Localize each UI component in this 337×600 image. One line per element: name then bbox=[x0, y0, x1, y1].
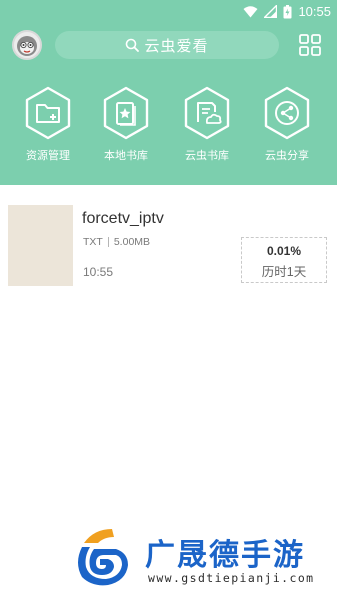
watermark: 广晟德手游 www.gsdtiepianji.com bbox=[72, 525, 337, 593]
nav-item-cloud-library[interactable]: 云虫书库 bbox=[172, 86, 242, 166]
search-icon bbox=[126, 38, 140, 52]
nav-item-local-library[interactable]: 本地书库 bbox=[91, 86, 161, 166]
meta-divider bbox=[107, 237, 109, 247]
status-time: 10:55 bbox=[298, 4, 331, 19]
nav-label: 资源管理 bbox=[26, 150, 70, 162]
file-type: TXT bbox=[83, 236, 103, 248]
nav-label: 本地书库 bbox=[104, 150, 148, 162]
nav-label: 云虫分享 bbox=[265, 150, 309, 162]
reading-duration: 历时1天 bbox=[261, 265, 307, 279]
search-bar[interactable]: 云虫爱看 bbox=[55, 31, 279, 59]
list-item[interactable]: forcetv_iptv TXT 5.00MB 10:55 0.01% 历时1天 bbox=[0, 200, 337, 292]
star-book-icon bbox=[103, 86, 149, 140]
battery-icon bbox=[283, 4, 292, 18]
nav-item-resource-management[interactable]: 资源管理 bbox=[13, 86, 83, 166]
cloud-doc-icon bbox=[184, 86, 230, 140]
search-placeholder: 云虫爱看 bbox=[144, 37, 209, 55]
file-size: 5.00MB bbox=[113, 236, 151, 248]
avatar[interactable] bbox=[12, 30, 42, 60]
share-icon bbox=[264, 86, 310, 140]
reading-progress-box: 0.01% 历时1天 bbox=[241, 237, 327, 283]
header-wave-edge bbox=[0, 176, 337, 185]
nav-label: 云虫书库 bbox=[185, 150, 229, 162]
wifi-icon bbox=[243, 5, 258, 17]
watermark-logo-icon bbox=[78, 529, 128, 586]
nav-item-cloud-share[interactable]: 云虫分享 bbox=[252, 86, 322, 166]
watermark-url: www.gsdtiepianji.com bbox=[148, 571, 315, 585]
quick-nav: 资源管理 本地书库 云虫书库 云虫分享 bbox=[0, 86, 337, 166]
avatar-face-icon bbox=[17, 36, 37, 56]
watermark-title: 广晟德手游 bbox=[145, 539, 305, 572]
book-cover bbox=[8, 205, 73, 286]
signal-icon bbox=[264, 5, 278, 18]
file-name: forcetv_iptv bbox=[82, 210, 164, 227]
file-time: 10:55 bbox=[83, 265, 114, 279]
file-meta: TXT 5.00MB bbox=[83, 236, 150, 248]
reading-progress: 0.01% bbox=[266, 244, 302, 258]
grid-icon[interactable] bbox=[299, 34, 321, 56]
status-bar: 10:55 bbox=[0, 0, 337, 24]
folder-add-icon bbox=[25, 86, 71, 140]
